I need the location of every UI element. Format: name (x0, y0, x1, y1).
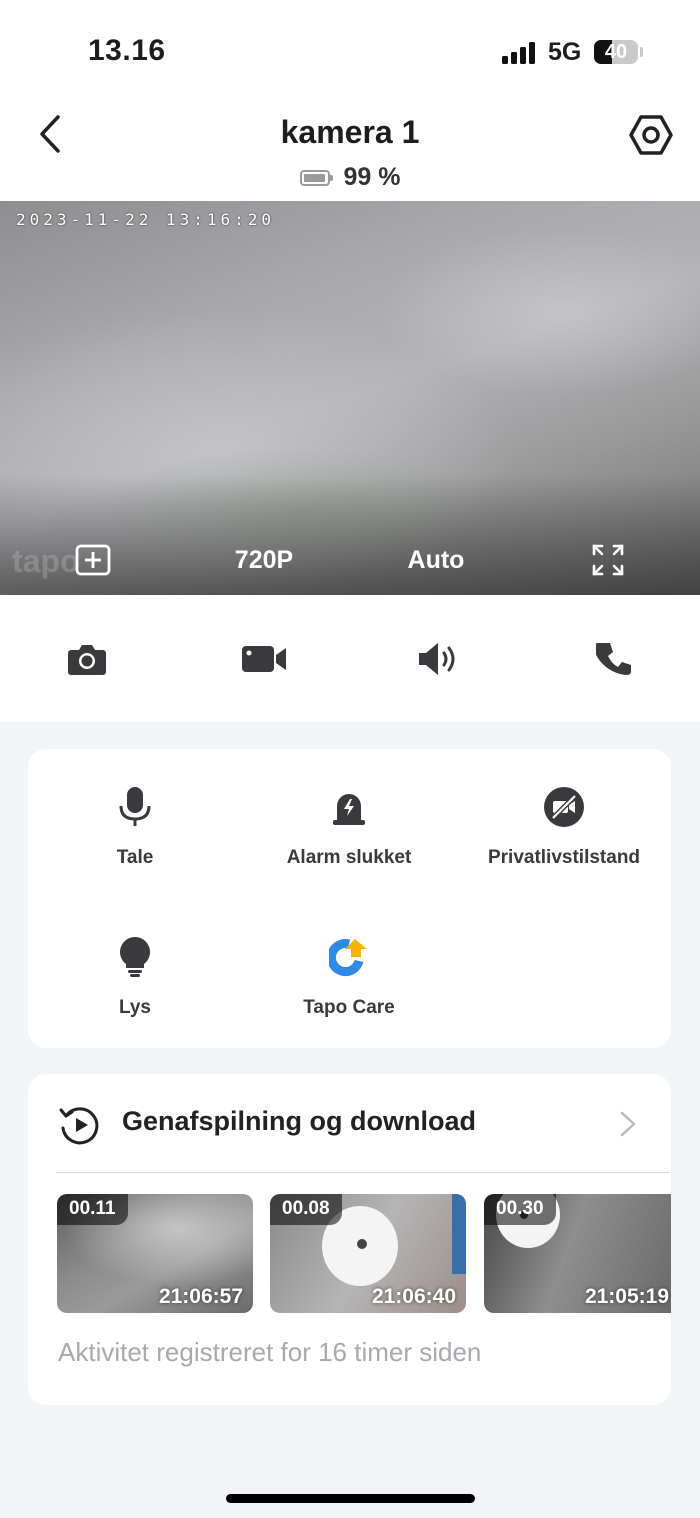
feature-label: Alarm slukket (286, 847, 412, 868)
lightbulb-icon (113, 935, 157, 979)
resolution-button[interactable]: 720P (222, 539, 306, 581)
alarm-siren-icon (327, 785, 371, 829)
feature-privacy[interactable]: Privatlivstilstand (454, 785, 674, 869)
playback-card: Genafspilning og download 00.11 21:06:57… (28, 1074, 671, 1405)
network-type: 5G (548, 38, 582, 66)
battery-icon: 40 (594, 40, 638, 64)
clip-scene (357, 1239, 367, 1249)
chevron-right-icon[interactable] (618, 1110, 638, 1138)
feature-label: Tale (116, 847, 154, 868)
feature-alarm[interactable]: Alarm slukket (239, 785, 459, 869)
clip-thumbnail[interactable]: 00.11 21:06:57 (57, 1194, 253, 1313)
gear-icon (629, 115, 673, 155)
battery-tip (640, 47, 643, 57)
clip-scene (452, 1194, 466, 1274)
privacy-camera-off-icon (542, 785, 586, 829)
audio-button[interactable] (414, 635, 462, 683)
playback-title[interactable]: Genafspilning og download (122, 1106, 476, 1137)
activity-text: Aktivitet registreret for 16 timer siden (58, 1337, 482, 1367)
multi-view-button[interactable] (70, 539, 116, 581)
clip-duration: 00.11 (57, 1194, 128, 1225)
battery-level: 40 (604, 41, 628, 63)
clip-time: 21:05:19 (584, 1285, 669, 1308)
feature-lys[interactable]: Lys (25, 935, 245, 1019)
clip-time: 21:06:57 (158, 1285, 243, 1308)
page-title: kamera 1 (280, 114, 420, 150)
settings-button[interactable] (626, 110, 676, 160)
playback-history-icon (59, 1107, 99, 1145)
add-view-icon (75, 544, 111, 576)
clip-time: 21:06:40 (371, 1285, 456, 1308)
header: kamera 1 99 % (0, 100, 700, 201)
quick-actions-bar (0, 595, 700, 722)
clip-duration: 00.30 (484, 1194, 556, 1225)
camera-icon (68, 645, 106, 675)
video-timestamp: 2023-11-22 13:16:20 (16, 210, 276, 229)
status-bar: 13.16 5G 40 (0, 0, 700, 100)
cellular-signal-icon (502, 42, 535, 64)
record-button[interactable] (240, 635, 288, 683)
live-video[interactable]: 2023-11-22 13:16:20 tapo 720P Auto (0, 201, 700, 595)
camera-battery-percent: 99 % (343, 163, 401, 191)
camera-battery-icon (299, 169, 333, 186)
call-button[interactable] (590, 635, 638, 683)
feature-label: Privatlivstilstand (487, 847, 641, 868)
tapo-care-icon (327, 935, 371, 979)
feature-tale[interactable]: Tale (25, 785, 245, 869)
feature-label: Lys (118, 997, 152, 1018)
camera-battery: 99 % (0, 163, 700, 192)
video-record-icon (242, 646, 286, 672)
feature-tapo-care[interactable]: Tapo Care (239, 935, 459, 1019)
status-time: 13.16 (88, 34, 166, 67)
clip-duration: 00.08 (270, 1194, 342, 1225)
home-indicator[interactable] (226, 1494, 475, 1503)
feature-label: Tapo Care (303, 997, 395, 1018)
phone-icon (596, 643, 631, 675)
divider (56, 1172, 670, 1173)
speaker-icon (419, 643, 455, 675)
clip-thumbnail[interactable]: 00.30 21:05:19 (484, 1194, 671, 1313)
fullscreen-button[interactable] (586, 539, 630, 581)
snapshot-button[interactable] (63, 635, 111, 683)
fullscreen-icon (592, 544, 624, 576)
features-card: Tale Alarm slukket Privatlivstilstand Ly… (28, 749, 671, 1048)
mode-button[interactable]: Auto (400, 539, 472, 581)
clip-thumbnail[interactable]: 00.08 21:06:40 (270, 1194, 466, 1313)
microphone-icon (113, 785, 157, 829)
